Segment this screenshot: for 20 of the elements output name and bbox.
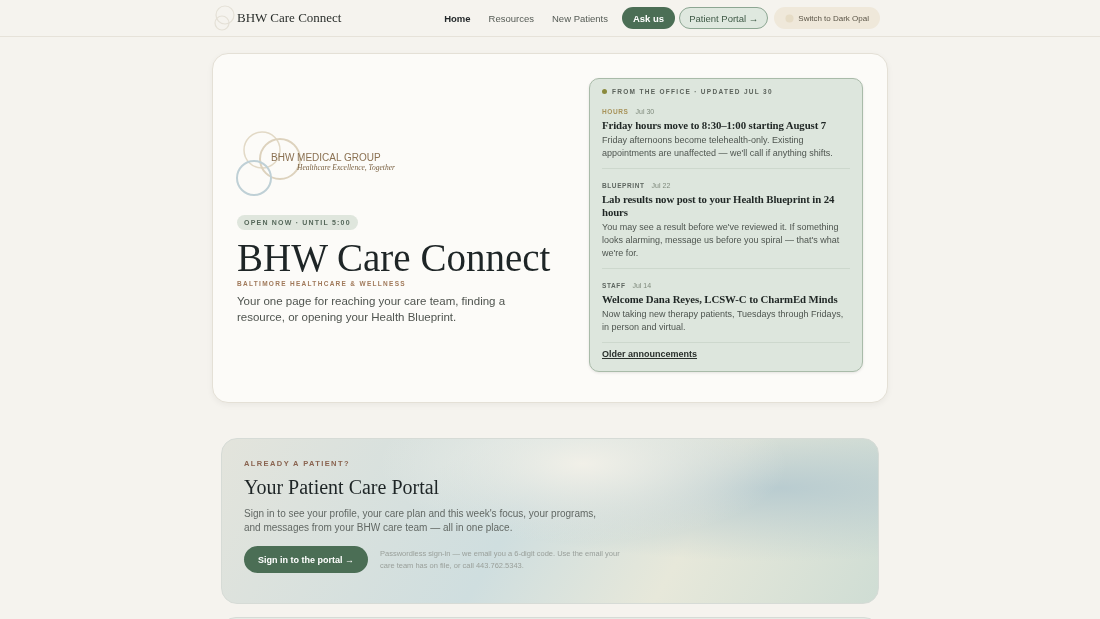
announcement-text: You may see a result before we've reviewed it. If something looks alarming, message us before you spiral — that's what we're for. bbox=[602, 221, 841, 260]
description: Your one page for reaching your care team, finding a resource, or opening your Health Blueprint. bbox=[237, 294, 507, 325]
sign-in-button[interactable]: Sign in to the portal → bbox=[244, 546, 368, 573]
nav-link[interactable]: New Patients bbox=[545, 8, 615, 28]
brand-name[interactable]: BHW Care Connect bbox=[237, 10, 342, 26]
nav-link[interactable]: Resources bbox=[481, 8, 541, 28]
section-title: Your Patient Care Portal bbox=[244, 476, 441, 499]
portal-button[interactable]: Patient Portal → bbox=[679, 7, 769, 29]
announcement-title: Lab results now post to your Health Blueprint in 24 hours bbox=[602, 193, 836, 219]
description: Sign in to see your profile, your care plan and this week's focus, your programs, and messages from your BHW care team — all in one place. bbox=[244, 507, 598, 535]
announcement-text: Friday afternoons become telehealth-only. Existing appointments are unaffected — we'll call if anything shifts. bbox=[602, 134, 834, 160]
ask-button[interactable]: Ask us bbox=[621, 7, 676, 29]
announcement-title: Friday hours move to 8:30–1:00 starting August 7 bbox=[602, 119, 828, 132]
nav-link[interactable]: Home bbox=[437, 8, 478, 28]
announcement-text: Now taking new therapy patients, Tuesdays through Fridays, in person and virtual. bbox=[602, 308, 845, 334]
dot-icon bbox=[602, 89, 607, 94]
announcement-title: Welcome Dana Reyes, LCSW-C to CharmEd Minds bbox=[602, 293, 839, 306]
theme-toggle-button[interactable]: Switch to Dark Opal bbox=[774, 7, 880, 29]
logo-name: BHW MEDICAL GROUP bbox=[271, 152, 382, 163]
older-announcements-link[interactable]: Older announcements bbox=[602, 349, 698, 359]
